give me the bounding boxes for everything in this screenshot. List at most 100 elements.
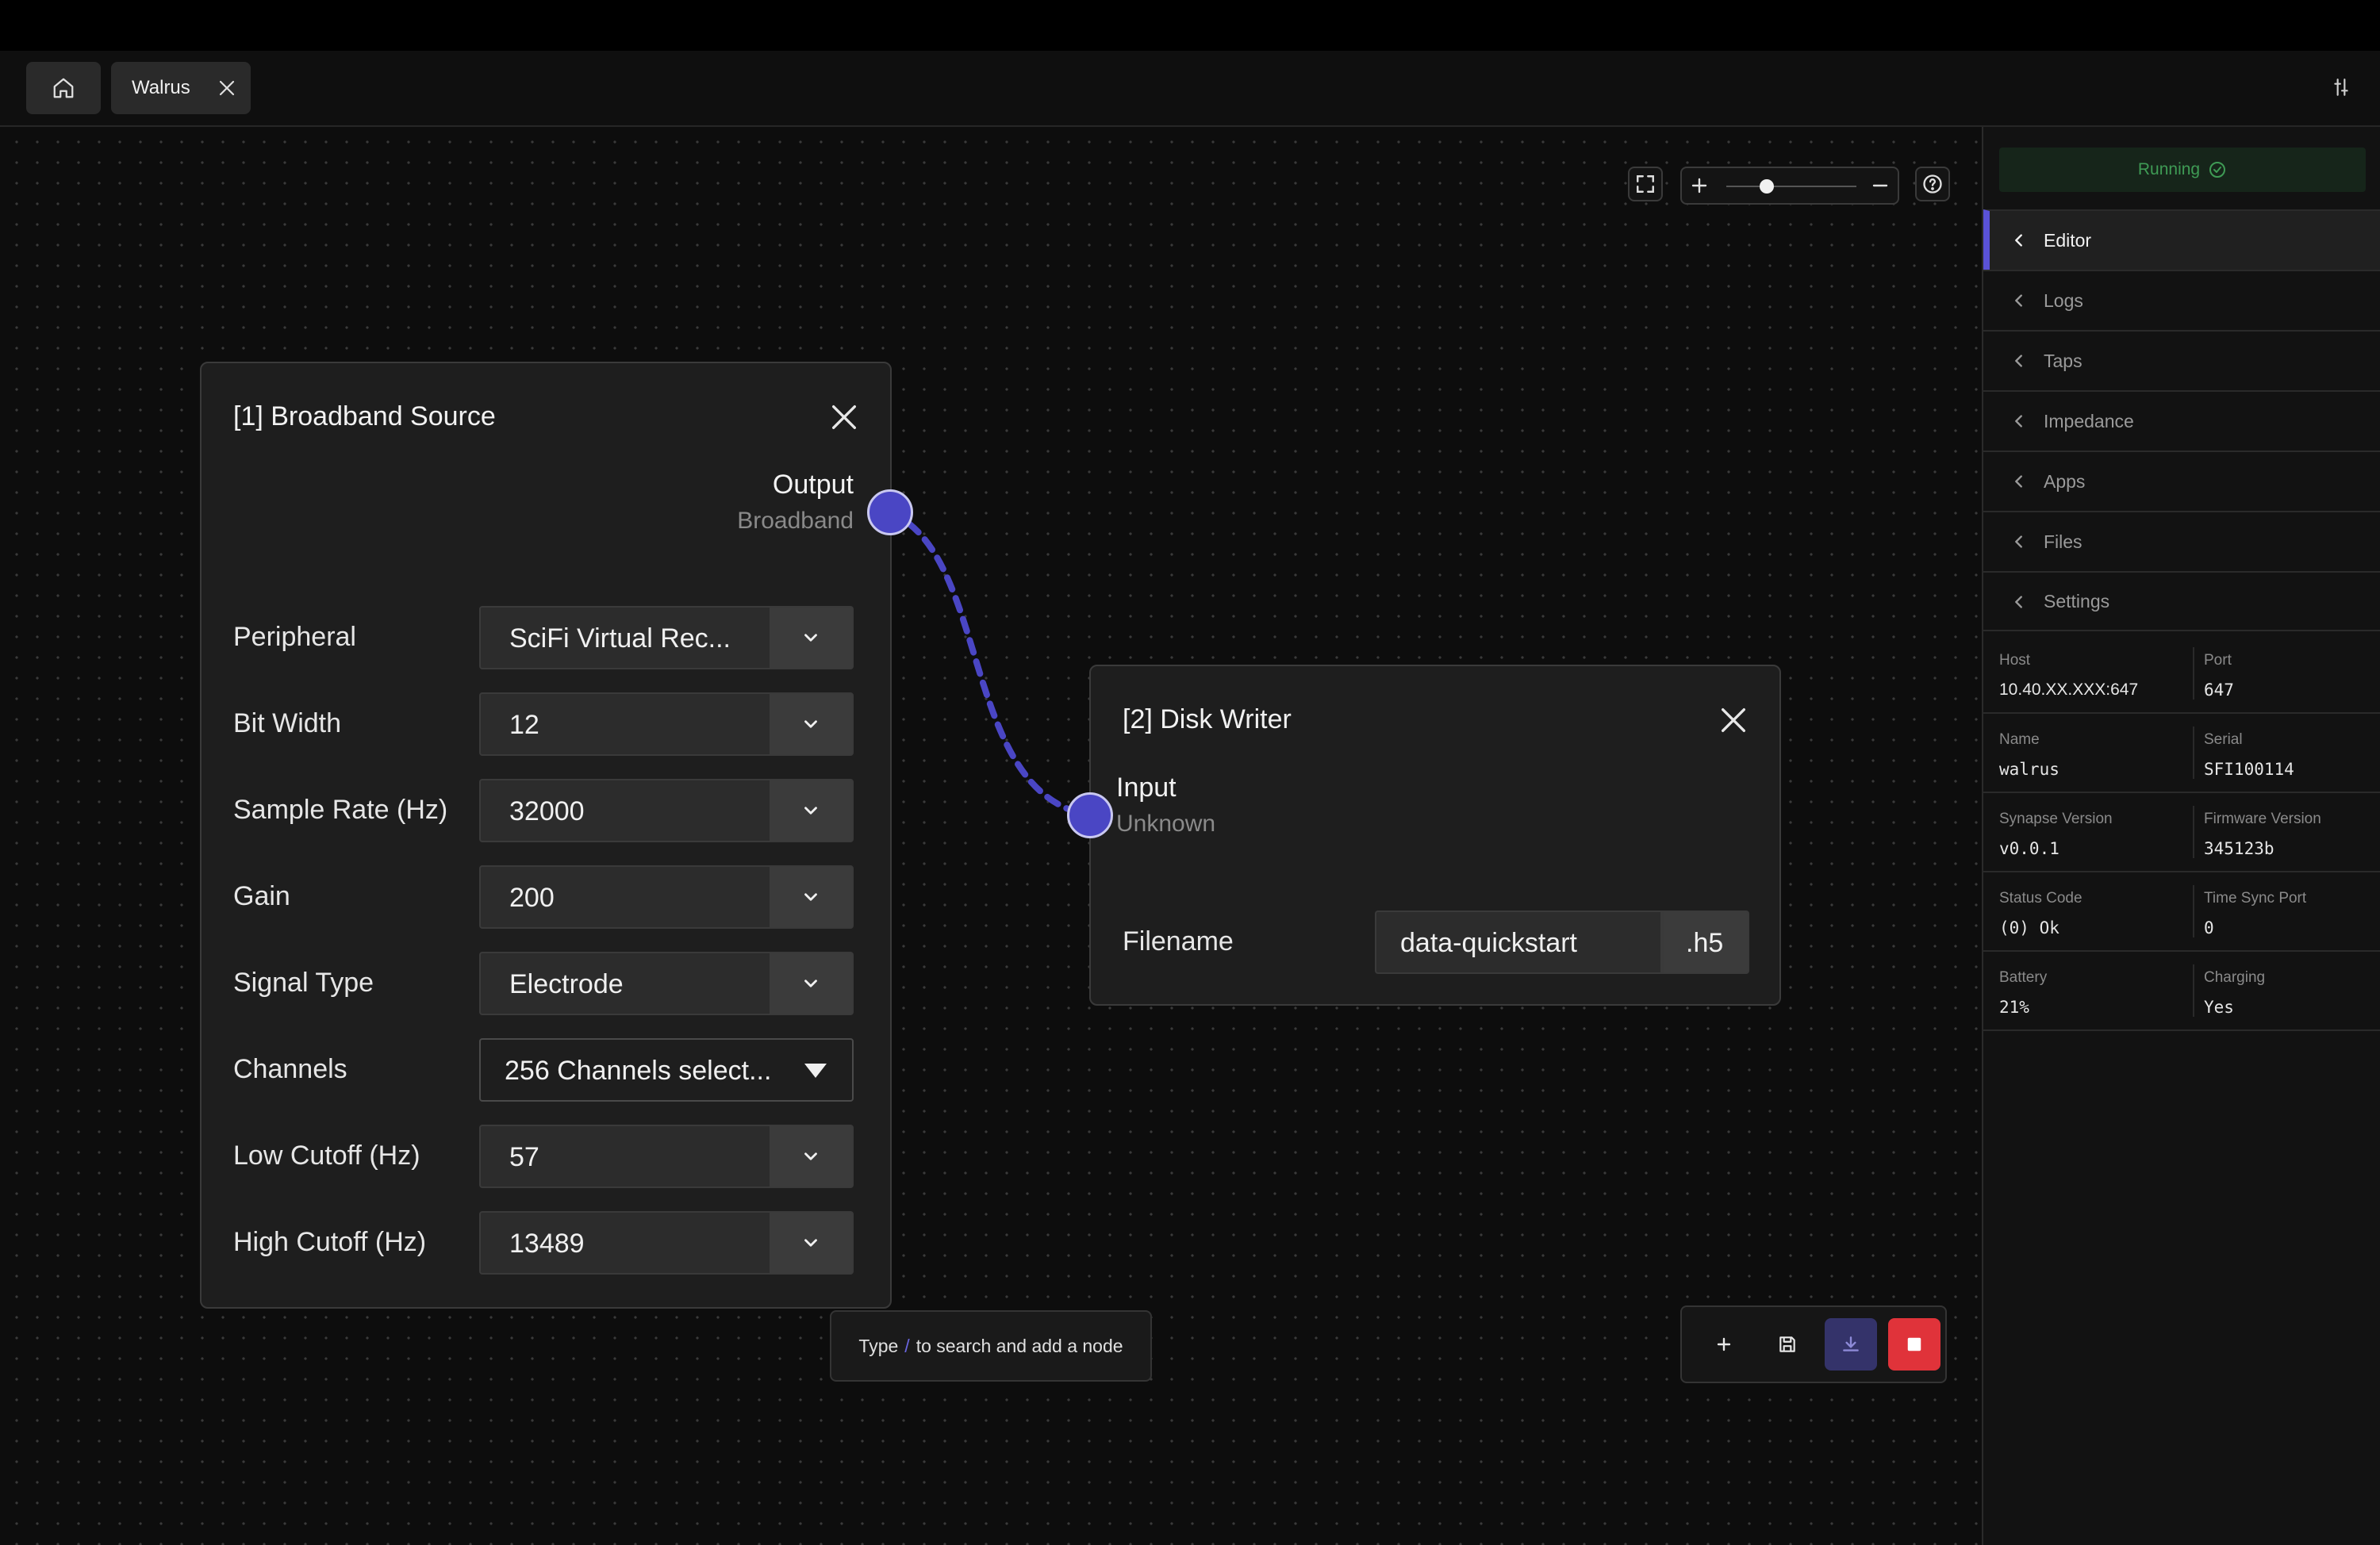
home-button[interactable]	[26, 62, 101, 114]
output-port-handle[interactable]	[867, 489, 913, 535]
device-info-grid: Host 10.40.XX.XXX:647 Port 647 Name walr…	[1983, 634, 2380, 1031]
sidebar-item-apps[interactable]: Apps	[1983, 450, 2380, 511]
hint-prefix: Type	[858, 1335, 899, 1356]
sidebar-item-logs[interactable]: Logs	[1983, 270, 2380, 330]
save-button[interactable]	[1761, 1318, 1814, 1371]
dropdown-button[interactable]	[770, 694, 852, 754]
info-value: 345123b	[2204, 839, 2274, 858]
hint-suffix: to search and add a node	[916, 1335, 1123, 1356]
device-sidebar: Running Editor Logs Taps Impedance Apps …	[1982, 127, 2380, 1545]
filename-label: Filename	[1123, 926, 1234, 957]
search-hint[interactable]: Type / to search and add a node	[830, 1310, 1152, 1382]
chevron-down-icon	[804, 1239, 817, 1247]
low-cutoff-select[interactable]: 57	[479, 1125, 854, 1188]
chevron-down-icon	[804, 980, 817, 987]
check-circle-icon	[2209, 162, 2226, 178]
info-value: 10.40.XX.XXX:647	[1999, 680, 2139, 699]
dropdown-button[interactable]	[770, 953, 852, 1014]
sidebar-item-editor[interactable]: Editor	[1983, 209, 2380, 270]
dropdown-button[interactable]	[770, 1126, 852, 1187]
field-label: Gain	[233, 881, 290, 911]
tab-walrus[interactable]: Walrus	[111, 62, 251, 114]
select-value: 57	[509, 1142, 539, 1172]
close-icon[interactable]	[217, 79, 236, 98]
sidebar-item-impedance[interactable]: Impedance	[1983, 390, 2380, 450]
info-charging: Charging Yes	[2193, 964, 2380, 1017]
status-badge: Running	[1999, 148, 2366, 192]
info-value: walrus	[1999, 760, 2059, 779]
select-value: Electrode	[509, 969, 624, 999]
info-label: Port	[2204, 652, 2232, 669]
dropdown-button[interactable]	[770, 780, 852, 841]
sample-rate-select[interactable]: 32000	[479, 779, 854, 842]
select-value: 200	[509, 883, 555, 913]
info-firmware-version: Firmware Version 345123b	[2193, 806, 2380, 858]
file-extension: .h5	[1662, 911, 1749, 974]
chevron-down-icon	[804, 1152, 817, 1160]
select-value: 13489	[509, 1229, 585, 1259]
sliders-icon[interactable]	[2331, 77, 2351, 98]
input-port-type: Unknown	[1116, 811, 1216, 837]
sidebar-item-settings[interactable]: Settings	[1983, 571, 2380, 631]
add-node-button[interactable]	[1698, 1318, 1750, 1371]
chevron-down-icon	[804, 807, 817, 815]
dropdown-button[interactable]	[770, 1213, 852, 1273]
info-battery: Battery 21%	[1999, 969, 2190, 1017]
channels-select[interactable]: 256 Channels select...	[479, 1038, 854, 1102]
stop-button[interactable]	[1888, 1318, 1940, 1371]
close-icon[interactable]	[1718, 704, 1749, 736]
field-label: Signal Type	[233, 968, 374, 998]
peripheral-select[interactable]: SciFi Virtual Rec...	[479, 606, 854, 669]
high-cutoff-select[interactable]: 13489	[479, 1211, 854, 1275]
input-port-label: Input	[1116, 772, 1177, 803]
input-port-handle[interactable]	[1067, 792, 1113, 838]
info-label: Name	[1999, 731, 2040, 748]
signal-type-select[interactable]: Electrode	[479, 952, 854, 1015]
info-name: Name walrus	[1999, 731, 2190, 779]
select-value: SciFi Virtual Rec...	[509, 623, 731, 654]
chevron-down-icon	[804, 634, 817, 642]
info-row: Host 10.40.XX.XXX:647 Port 647	[1983, 634, 2380, 714]
disk-writer-node[interactable]: [2] Disk Writer Input Unknown Filename d…	[1089, 665, 1781, 1006]
chevron-left-icon	[2015, 415, 2022, 427]
sidebar-item-label: Taps	[2044, 350, 2082, 371]
chevron-left-icon	[2015, 355, 2022, 367]
info-label: Host	[1999, 652, 2031, 669]
status-text: Running	[2137, 160, 2201, 178]
info-row: Name walrus Serial SFI100114	[1983, 714, 2380, 793]
chevron-down-icon	[804, 893, 817, 901]
window-top-strip	[0, 0, 2380, 51]
filename-input[interactable]: data-quickstart	[1375, 911, 1662, 974]
chevron-left-icon	[2015, 596, 2022, 608]
stop-icon	[1907, 1337, 1921, 1351]
info-row: Synapse Version v0.0.1 Firmware Version …	[1983, 793, 2380, 872]
bit-width-select[interactable]: 12	[479, 692, 854, 756]
close-icon[interactable]	[828, 401, 860, 433]
info-value: 21%	[1999, 998, 2029, 1017]
sidebar-item-label: Files	[2044, 531, 2082, 552]
sidebar-item-label: Impedance	[2044, 410, 2134, 431]
info-time-sync-port: Time Sync Port 0	[2193, 885, 2380, 937]
info-label: Synapse Version	[1999, 811, 2113, 827]
info-value: Yes	[2204, 998, 2234, 1017]
select-value: 256 Channels select...	[505, 1056, 772, 1086]
broadband-source-node[interactable]: [1] Broadband Source Output Broadband Pe…	[200, 362, 892, 1309]
chevron-left-icon	[2015, 535, 2022, 548]
sidebar-item-label: Editor	[2044, 229, 2092, 251]
info-value: 0	[2204, 918, 2214, 937]
info-label: Status Code	[1999, 890, 2082, 907]
sidebar-item-taps[interactable]: Taps	[1983, 330, 2380, 390]
info-value: v0.0.1	[1999, 839, 2059, 858]
deploy-button[interactable]	[1825, 1318, 1877, 1371]
dropdown-button[interactable]	[770, 867, 852, 927]
gain-select[interactable]: 200	[479, 865, 854, 929]
info-serial: Serial SFI100114	[2193, 726, 2380, 779]
info-value: SFI100114	[2204, 760, 2294, 779]
sidebar-item-files[interactable]: Files	[1983, 511, 2380, 571]
info-label: Time Sync Port	[2204, 890, 2307, 907]
sidebar-item-label: Settings	[2044, 590, 2110, 611]
info-value: 647	[2204, 680, 2234, 700]
dropdown-button[interactable]	[770, 608, 852, 668]
info-port: Port 647	[2193, 647, 2380, 700]
sidebar-item-label: Logs	[2044, 289, 2083, 311]
